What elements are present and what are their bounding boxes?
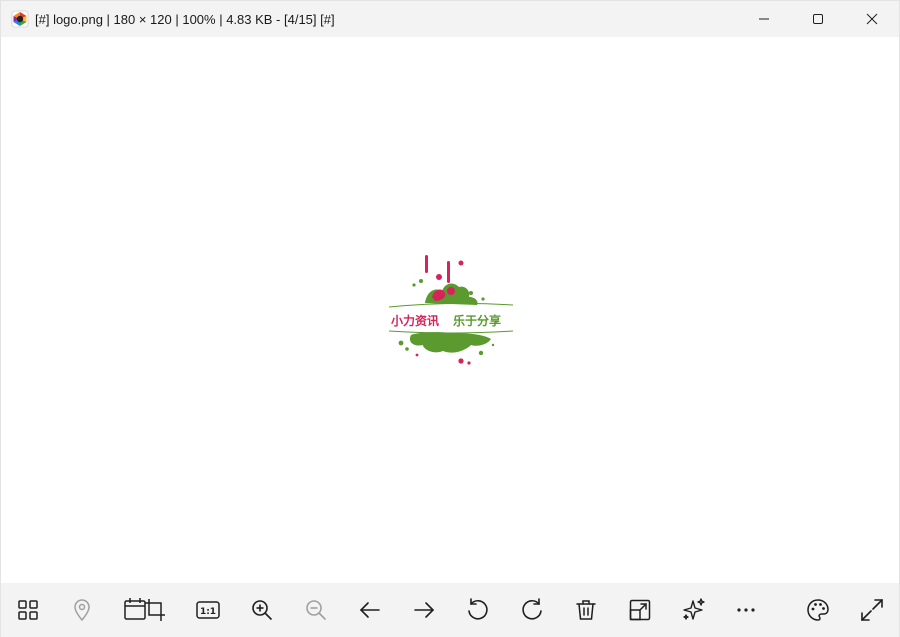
fullscreen-icon xyxy=(861,599,883,621)
fullscreen-button[interactable] xyxy=(855,593,889,627)
window-title: [#] logo.png | 180 × 120 | 100% | 4.83 K… xyxy=(35,11,335,27)
location-button[interactable] xyxy=(65,593,99,627)
next-image-button[interactable] xyxy=(407,593,441,627)
arrow-right-icon xyxy=(414,602,435,618)
trash-icon xyxy=(576,600,596,620)
zoom-in-button[interactable] xyxy=(245,593,279,627)
location-pin-icon xyxy=(74,599,90,622)
maximize-button[interactable] xyxy=(791,1,845,37)
frame-crop-icon xyxy=(124,598,165,621)
actual-size-button[interactable]: 1:1 xyxy=(191,593,225,627)
bottom-toolbar: 1:1 xyxy=(1,583,899,637)
gallery-grid-icon xyxy=(18,600,38,620)
logo-text-left: 小力资讯 xyxy=(391,313,439,328)
close-button[interactable] xyxy=(845,1,899,37)
previous-image-button[interactable] xyxy=(353,593,387,627)
close-icon xyxy=(866,13,878,25)
arrow-left-icon xyxy=(359,602,380,618)
zoom-out-button[interactable] xyxy=(299,593,333,627)
more-options-button[interactable] xyxy=(729,593,763,627)
resize-icon xyxy=(629,599,651,621)
zoom-in-icon xyxy=(252,600,273,621)
actual-size-icon: 1:1 xyxy=(196,601,220,619)
image-viewer-window: [#] logo.png | 180 × 120 | 100% | 4.83 K… xyxy=(0,0,900,637)
palette-icon xyxy=(807,599,829,621)
minimize-icon xyxy=(759,18,769,20)
title-bar: [#] logo.png | 180 × 120 | 100% | 4.83 K… xyxy=(1,1,899,37)
maximize-icon xyxy=(813,14,823,24)
ai-enhance-button[interactable] xyxy=(677,593,711,627)
resize-button[interactable] xyxy=(623,593,657,627)
sparkles-icon xyxy=(683,598,705,620)
logo-text-right: 乐于分享 xyxy=(453,313,501,328)
gallery-button[interactable] xyxy=(11,593,45,627)
minimize-button[interactable] xyxy=(737,1,791,37)
theme-button[interactable] xyxy=(801,593,835,627)
zoom-out-icon xyxy=(306,600,327,621)
more-icon xyxy=(737,608,755,612)
window-controls xyxy=(737,1,899,37)
rotate-left-icon xyxy=(468,598,488,620)
frame-crop-button[interactable] xyxy=(119,593,171,627)
logo-splash-image: 小力资讯 乐于分享 xyxy=(388,255,514,365)
displayed-image: 小力资讯 乐于分享 xyxy=(387,251,517,371)
rotate-right-icon xyxy=(522,598,542,620)
delete-button[interactable] xyxy=(569,593,603,627)
rotate-right-button[interactable] xyxy=(515,593,549,627)
app-logo-icon xyxy=(11,10,29,28)
rotate-left-button[interactable] xyxy=(461,593,495,627)
actual-size-label: 1:1 xyxy=(200,607,216,617)
image-canvas[interactable]: 小力资讯 乐于分享 xyxy=(1,37,899,583)
